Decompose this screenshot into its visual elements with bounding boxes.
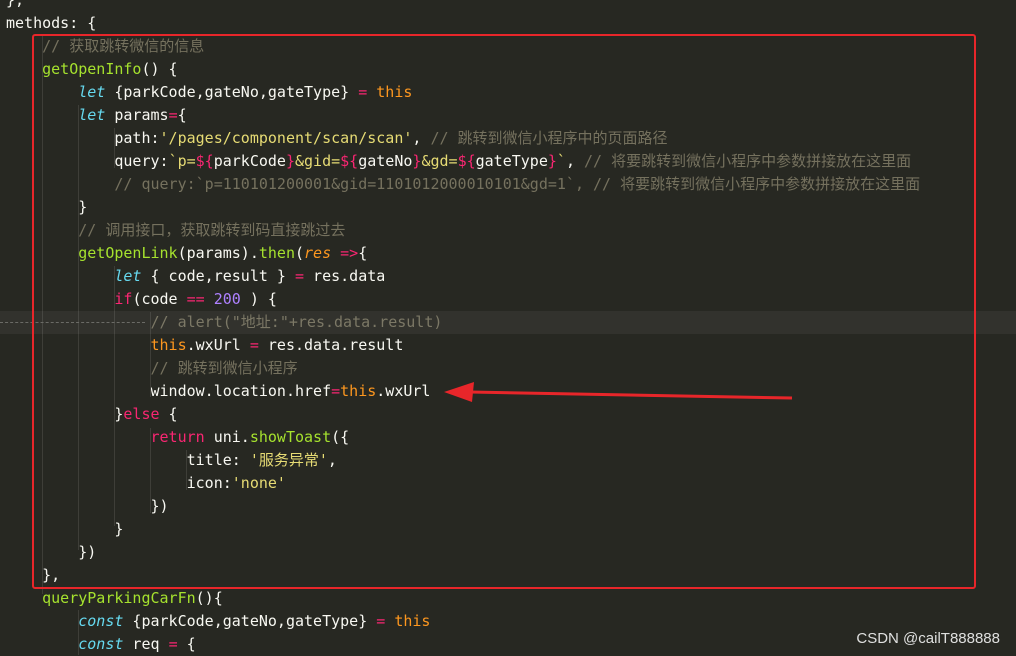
watermark: CSDN @cailT888888 bbox=[856, 630, 1000, 647]
annotation-arrow-icon bbox=[444, 382, 793, 402]
